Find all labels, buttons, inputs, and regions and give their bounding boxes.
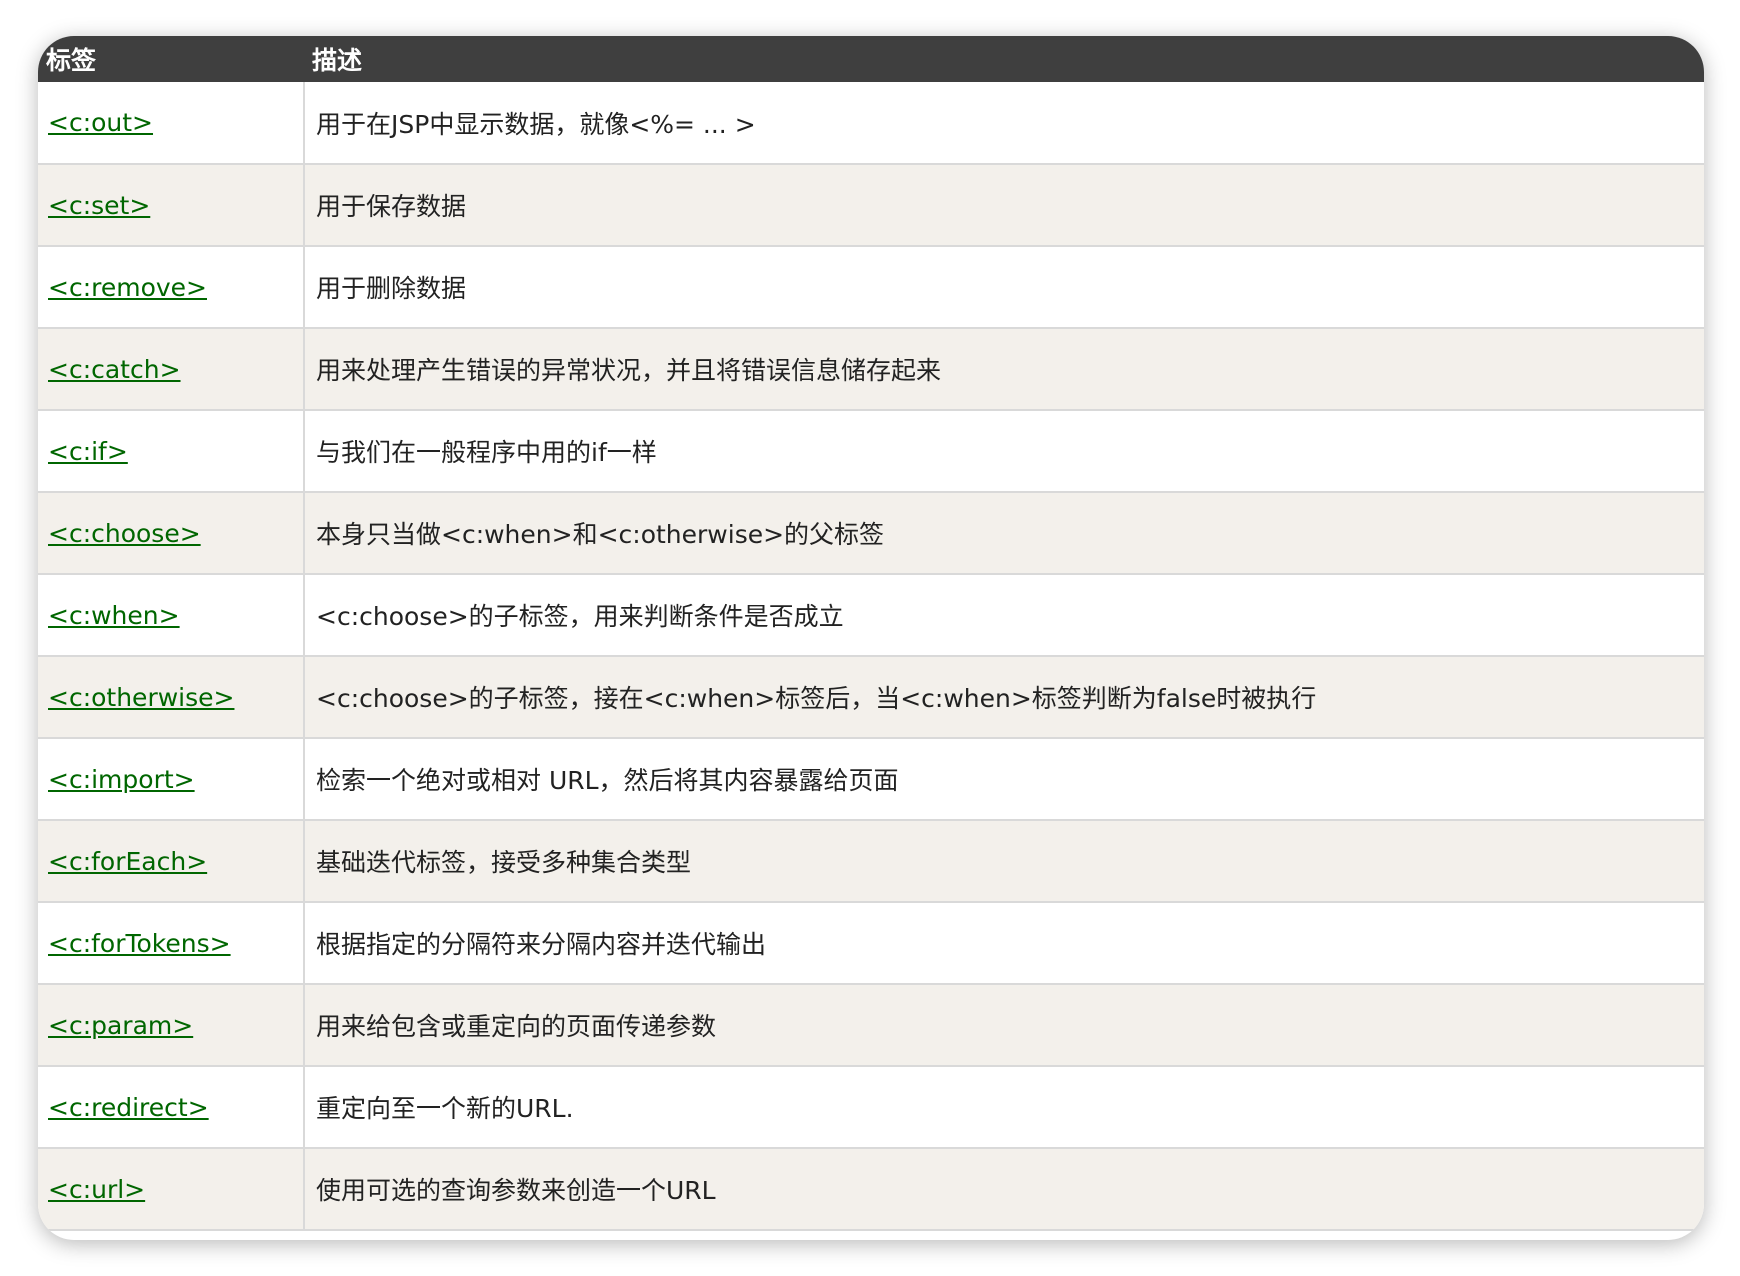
tag-cell: <c:out> — [38, 82, 305, 165]
tag-link[interactable]: <c:forTokens> — [48, 929, 231, 958]
tag-link[interactable]: <c:catch> — [48, 355, 181, 384]
table-row: <c:out> 用于在JSP中显示数据，就像<%= ... > — [38, 82, 1704, 165]
tag-link[interactable]: <c:set> — [48, 191, 150, 220]
table-row: <c:forTokens> 根据指定的分隔符来分隔内容并迭代输出 — [38, 902, 1704, 985]
tag-link[interactable]: <c:when> — [48, 601, 180, 630]
tag-cell: <c:if> — [38, 410, 305, 493]
description-cell: 与我们在一般程序中用的if一样 — [304, 410, 1704, 493]
description-cell: 本身只当做<c:when>和<c:otherwise>的父标签 — [304, 492, 1704, 575]
tag-link[interactable]: <c:forEach> — [48, 847, 207, 876]
tag-link[interactable]: <c:url> — [48, 1175, 145, 1204]
description-cell: <c:choose>的子标签，用来判断条件是否成立 — [304, 574, 1704, 657]
table-row: <c:when> <c:choose>的子标签，用来判断条件是否成立 — [38, 574, 1704, 657]
tag-cell: <c:param> — [38, 984, 305, 1067]
tag-link[interactable]: <c:param> — [48, 1011, 193, 1040]
description-cell: 根据指定的分隔符来分隔内容并迭代输出 — [304, 902, 1704, 985]
description-cell: 用于在JSP中显示数据，就像<%= ... > — [304, 82, 1704, 165]
table-row: <c:url> 使用可选的查询参数来创造一个URL — [38, 1148, 1704, 1231]
table-row: <c:redirect> 重定向至一个新的URL. — [38, 1066, 1704, 1149]
tag-cell: <c:catch> — [38, 328, 305, 411]
table-body: <c:out> 用于在JSP中显示数据，就像<%= ... > <c:set> … — [38, 82, 1704, 1231]
table-row: <c:otherwise> <c:choose>的子标签，接在<c:when>标… — [38, 656, 1704, 739]
tag-cell: <c:set> — [38, 164, 305, 247]
tag-link[interactable]: <c:redirect> — [48, 1093, 209, 1122]
table-row: <c:param> 用来给包含或重定向的页面传递参数 — [38, 984, 1704, 1067]
tag-cell: <c:import> — [38, 738, 305, 821]
tag-cell: <c:remove> — [38, 246, 305, 329]
description-cell: 使用可选的查询参数来创造一个URL — [304, 1148, 1704, 1231]
description-cell: 用于删除数据 — [304, 246, 1704, 329]
description-cell: 重定向至一个新的URL. — [304, 1066, 1704, 1149]
jstl-tags-table-card: 标签 描述 <c:out> 用于在JSP中显示数据，就像<%= ... > <c… — [38, 36, 1704, 1240]
tag-cell: <c:forEach> — [38, 820, 305, 903]
jstl-tags-table: 标签 描述 <c:out> 用于在JSP中显示数据，就像<%= ... > <c… — [38, 36, 1704, 1231]
table-row: <c:choose> 本身只当做<c:when>和<c:otherwise>的父… — [38, 492, 1704, 575]
tag-cell: <c:otherwise> — [38, 656, 305, 739]
tag-link[interactable]: <c:out> — [48, 108, 153, 137]
table-header-row: 标签 描述 — [38, 36, 1704, 82]
header-tag: 标签 — [46, 46, 97, 75]
description-cell: <c:choose>的子标签，接在<c:when>标签后，当<c:when>标签… — [304, 656, 1704, 739]
description-cell: 用来处理产生错误的异常状况，并且将错误信息储存起来 — [304, 328, 1704, 411]
tag-link[interactable]: <c:choose> — [48, 519, 201, 548]
tag-link[interactable]: <c:import> — [48, 765, 195, 794]
description-cell: 用于保存数据 — [304, 164, 1704, 247]
tag-cell: <c:forTokens> — [38, 902, 305, 985]
tag-cell: <c:redirect> — [38, 1066, 305, 1149]
table-row: <c:set> 用于保存数据 — [38, 164, 1704, 247]
tag-cell: <c:url> — [38, 1148, 305, 1231]
table-row: <c:remove> 用于删除数据 — [38, 246, 1704, 329]
table-row: <c:import> 检索一个绝对或相对 URL，然后将其内容暴露给页面 — [38, 738, 1704, 821]
tag-link[interactable]: <c:otherwise> — [48, 683, 234, 712]
table-row: <c:catch> 用来处理产生错误的异常状况，并且将错误信息储存起来 — [38, 328, 1704, 411]
table-row: <c:forEach> 基础迭代标签，接受多种集合类型 — [38, 820, 1704, 903]
description-cell: 检索一个绝对或相对 URL，然后将其内容暴露给页面 — [304, 738, 1704, 821]
header-description: 描述 — [312, 46, 363, 75]
tag-cell: <c:when> — [38, 574, 305, 657]
tag-link[interactable]: <c:remove> — [48, 273, 207, 302]
tag-link[interactable]: <c:if> — [48, 437, 128, 466]
table-row: <c:if> 与我们在一般程序中用的if一样 — [38, 410, 1704, 493]
description-cell: 基础迭代标签，接受多种集合类型 — [304, 820, 1704, 903]
description-cell: 用来给包含或重定向的页面传递参数 — [304, 984, 1704, 1067]
tag-cell: <c:choose> — [38, 492, 305, 575]
